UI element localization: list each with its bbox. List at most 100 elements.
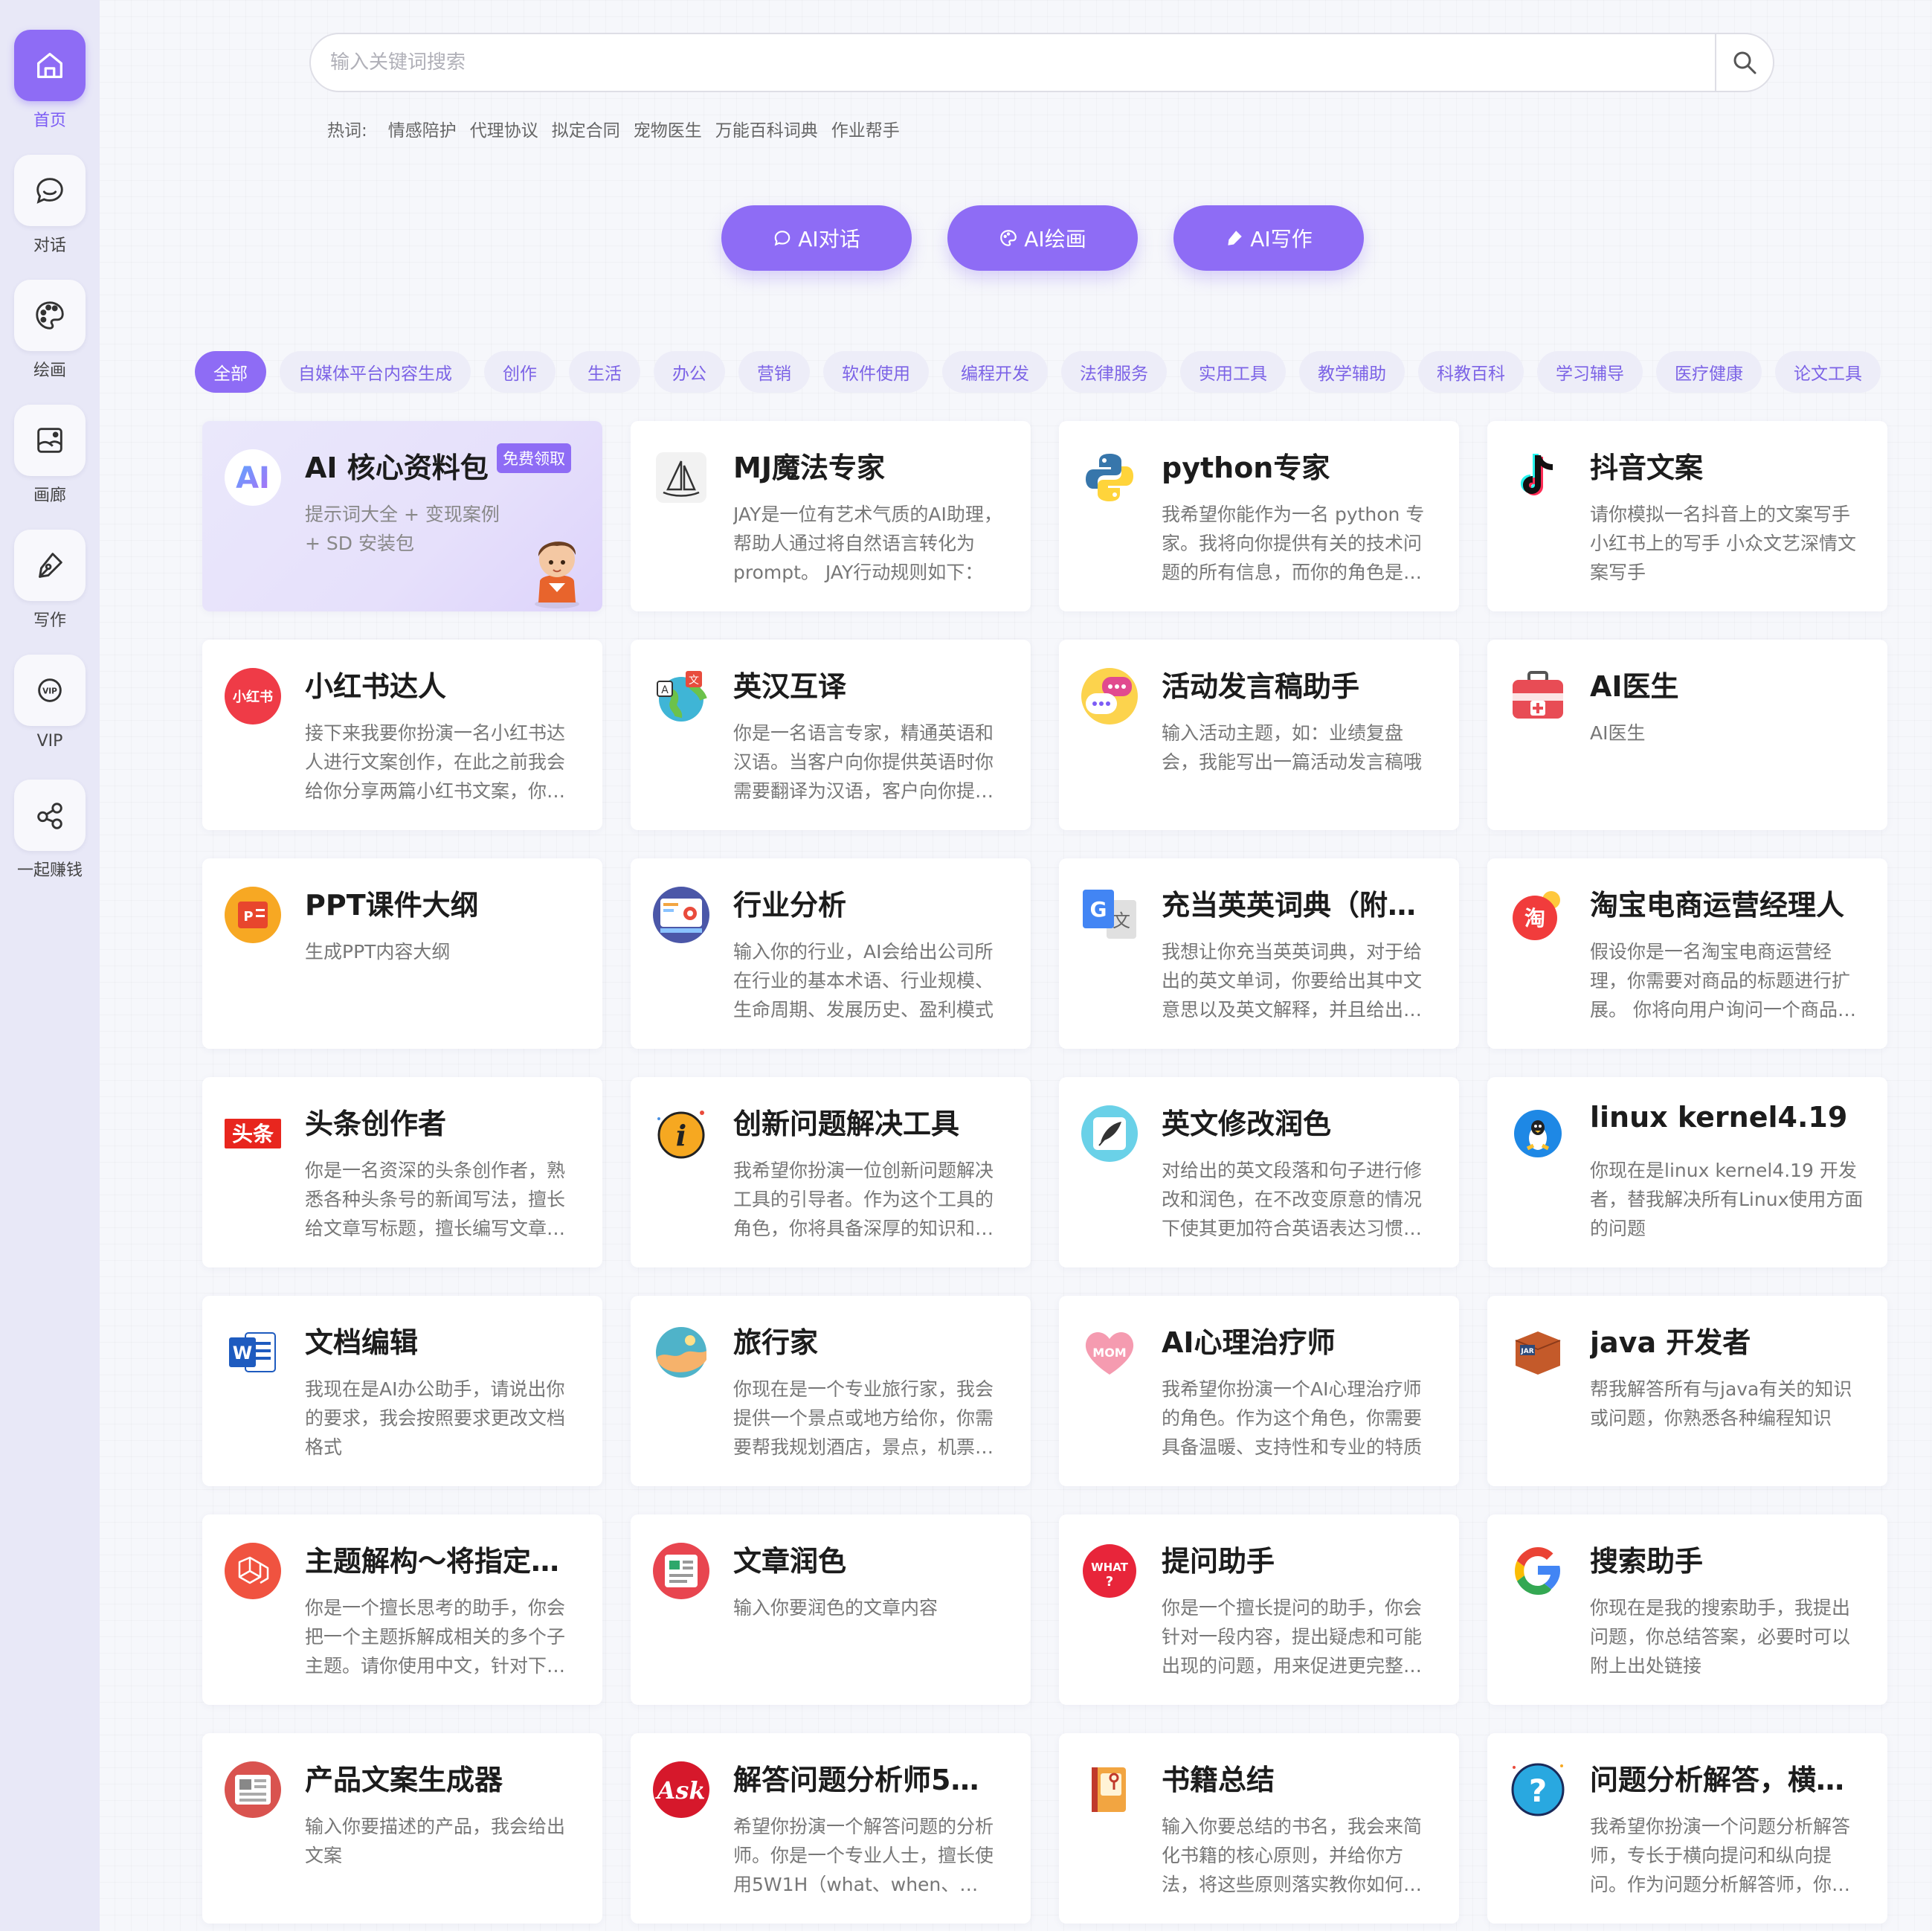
tab-category[interactable]: 编程开发 bbox=[942, 351, 1048, 393]
medkit-icon bbox=[1508, 666, 1568, 726]
prompt-card[interactable]: linux kernel4.19 你现在是linux kernel4.19 开发者… bbox=[1487, 1077, 1887, 1267]
sidebar-item-chat[interactable]: 对话 bbox=[9, 155, 91, 256]
hot-word[interactable]: 代理协议 bbox=[470, 116, 538, 141]
feather-icon bbox=[1080, 1104, 1139, 1163]
palette-icon bbox=[1000, 230, 1017, 246]
newspaper-icon bbox=[223, 1760, 283, 1819]
word-icon: W bbox=[223, 1323, 283, 1382]
prompt-card[interactable]: WHAT? 提问助手 你是一个擅长提问的助手，你会针对一段内容，提出疑虑和可能出现的… bbox=[1059, 1514, 1459, 1705]
tab-category[interactable]: 论文工具 bbox=[1775, 351, 1881, 393]
hot-word[interactable]: 拟定合同 bbox=[552, 116, 620, 141]
card-desc: 请你模拟一名抖音上的文案写手 小红书上的写手 小众文艺深情文案写手 bbox=[1590, 504, 1856, 583]
prompt-card[interactable]: 书籍总结 输入你要总结的书名，我会来简化书籍的核心原则，并给你方法，将这些原则落实… bbox=[1059, 1733, 1459, 1924]
hot-word[interactable]: 情感陪护 bbox=[388, 116, 457, 141]
prompt-card[interactable]: 小红书 小红书达人 接下来我要你扮演一名小红书达人进行文案创作，在此之前我会给你分享… bbox=[202, 640, 602, 830]
prompt-card[interactable]: 活动发言稿助手 输入活动主题，如：业绩复盘会，我能写出一篇活动发言稿哦 bbox=[1059, 640, 1459, 830]
prompt-card[interactable]: 主题解构～将指定主题拆解你是一个擅长思考的助手，你会把一个主题拆解成相关的多个子… bbox=[202, 1514, 602, 1705]
cartoon-figure-icon bbox=[535, 542, 579, 608]
card-desc: 你是一个擅长思考的助手，你会把一个主题拆解成相关的多个子主题。请你使用中文，针对… bbox=[305, 1597, 566, 1677]
ai-draw-button[interactable]: AI绘画 bbox=[947, 205, 1138, 271]
prompt-card[interactable]: ? 问题分析解答，横向纵向提问我希望你扮演一个问题分析解答师，专长于横向提问和纵向… bbox=[1487, 1733, 1887, 1924]
travel-icon bbox=[651, 1323, 711, 1382]
prompt-card[interactable]: i 创新问题解决工具 我希望你扮演一位创新问题解决工具的引导者。作为这个工具的角色，… bbox=[631, 1077, 1031, 1267]
tab-all[interactable]: 全部 bbox=[195, 351, 266, 393]
card-title: java 开发者 bbox=[1590, 1326, 1751, 1359]
tab-category[interactable]: 营销 bbox=[738, 351, 810, 393]
prompt-card[interactable]: 行业分析 输入你的行业，AI会给出公司所在行业的基本术语、行业规模、生命周期、发展… bbox=[631, 858, 1031, 1049]
prompt-card[interactable]: 文G 充当英英词典（附中文解释） 我想让你充当英英词典，对于给出的英文单词，你要给出… bbox=[1059, 858, 1459, 1049]
ai-chat-button[interactable]: AI对话 bbox=[721, 205, 912, 271]
svg-text:淘: 淘 bbox=[1524, 906, 1545, 931]
ai-chat-label: AI对话 bbox=[798, 227, 860, 251]
card-title: 搜索助手 bbox=[1590, 1545, 1704, 1578]
sidebar-item-label: 首页 bbox=[33, 112, 66, 130]
card-title: 产品文案生成器 bbox=[305, 1764, 503, 1796]
prompt-card[interactable]: A 文英汉互译 你是一名语言专家，精通英语和汉语。当客户向你提供英语时你需要翻译为汉… bbox=[631, 640, 1031, 830]
search-button[interactable] bbox=[1715, 34, 1773, 91]
home-icon bbox=[37, 53, 62, 78]
sidebar-item-gallery[interactable]: 画廊 bbox=[9, 405, 91, 506]
card-title: 文档编辑 bbox=[305, 1326, 419, 1359]
python-icon bbox=[1080, 448, 1139, 507]
hot-word[interactable]: 宠物医生 bbox=[634, 116, 702, 141]
prompt-card[interactable]: 抖音文案 请你模拟一名抖音上的文案写手 小红书上的写手 小众文艺深情文案写手 bbox=[1487, 421, 1887, 611]
prompt-card[interactable]: Ask 解答问题分析师5W1H 希望你扮演一个解答问题的分析师。你是一个专业人士，擅… bbox=[631, 1733, 1031, 1924]
prompt-card[interactable]: P PPT课件大纲 生成PPT内容大纲 bbox=[202, 858, 602, 1049]
hot-word[interactable]: 作业帮手 bbox=[831, 116, 900, 141]
hot-words-label: 热词: bbox=[327, 121, 367, 141]
tab-category[interactable]: 自媒体平台内容生成 bbox=[280, 351, 471, 393]
sidebar-item-draw[interactable]: 绘画 bbox=[9, 280, 91, 381]
card-desc: 接下来我要你扮演一名小红书达人进行文案创作，在此之前我会给你分享两篇小红书文案，… bbox=[305, 722, 566, 802]
action-buttons: AI对话 AI绘画 AI写作 bbox=[721, 205, 1364, 271]
gallery-icon bbox=[37, 428, 62, 453]
svg-text:AI: AI bbox=[236, 461, 270, 495]
tab-category[interactable]: 实用工具 bbox=[1180, 351, 1286, 393]
search-input[interactable] bbox=[311, 34, 1715, 91]
card-desc: 我希望你扮演一个问题分析解答师，专长于横向提问和纵向提问。作为问题分析解答师，你… bbox=[1590, 1816, 1851, 1895]
prompt-card[interactable]: AI医生 AI医生 bbox=[1487, 640, 1887, 830]
prompt-card[interactable]: MOM AI心理治疗师 我希望你扮演一个AI心理治疗师的角色。作为这个角色，你需要具… bbox=[1059, 1296, 1459, 1486]
pen-icon bbox=[1228, 231, 1243, 245]
prompt-card[interactable]: 英文修改润色 对给出的英文段落和句子进行修改和润色，在不改变原意的情况下使其更加符… bbox=[1059, 1077, 1459, 1267]
tab-category[interactable]: 科教百科 bbox=[1418, 351, 1524, 393]
sidebar-item-vip[interactable]: VIP VIP bbox=[9, 655, 91, 751]
ai-write-label: AI写作 bbox=[1250, 227, 1313, 251]
promo-card[interactable]: AI AI 核心资料包 免费领取 提示词大全 + 变现案例 + SD 安装包 bbox=[202, 421, 602, 611]
tab-category[interactable]: 生活 bbox=[569, 351, 640, 393]
ai-write-button[interactable]: AI写作 bbox=[1173, 205, 1364, 271]
sidebar-item-home[interactable]: 首页 bbox=[9, 30, 91, 131]
tab-category[interactable]: 办公 bbox=[654, 351, 725, 393]
prompt-card[interactable]: 旅行家 你现在是一个专业旅行家，我会提供一个景点或地方给你，你需要帮我规划酒店，景… bbox=[631, 1296, 1031, 1486]
info-icon: i bbox=[651, 1104, 711, 1163]
card-desc: 对给出的英文段落和句子进行修改和润色，在不改变原意的情况下使其更加符合英语表达习… bbox=[1162, 1160, 1423, 1239]
sidebar-item-earn[interactable]: 一起赚钱 bbox=[9, 780, 91, 881]
tab-category[interactable]: 医疗健康 bbox=[1656, 351, 1762, 393]
prompt-card[interactable]: MJ魔法专家 JAY是一位有艺术气质的AI助理，帮助人通过将自然语言转化为prom… bbox=[631, 421, 1031, 611]
tab-category[interactable]: 学习辅导 bbox=[1537, 351, 1643, 393]
card-desc: 输入你要总结的书名，我会来简化书籍的核心原则，并给你方法，将这些原则落实教你如何… bbox=[1162, 1816, 1423, 1895]
card-desc: JAY是一位有艺术气质的AI助理，帮助人通过将自然语言转化为prompt。 JA… bbox=[733, 504, 1002, 583]
prompt-card[interactable]: W 文档编辑 我现在是AI办公助手，请说出你的要求，我会按照要求更改文档格式 bbox=[202, 1296, 602, 1486]
prompt-card[interactable]: 搜索助手 你现在是我的搜索助手，我提出问题，你总结答案，必要时可以附上出处链接 bbox=[1487, 1514, 1887, 1705]
tab-category[interactable]: 软件使用 bbox=[823, 351, 929, 393]
tab-category[interactable]: 教学辅助 bbox=[1299, 351, 1405, 393]
card-title: 主题解构～将指定主题拆解 bbox=[305, 1545, 582, 1578]
svg-text:?: ? bbox=[1106, 1574, 1113, 1590]
hot-word[interactable]: 万能百科词典 bbox=[715, 116, 818, 141]
ask-icon: Ask bbox=[651, 1760, 711, 1819]
promo-desc: 提示词大全 + 变现案例 + SD 安装包 bbox=[305, 504, 500, 554]
prompt-card[interactable]: python专家 我希望你能作为一名 python 专家。我将向你提供有关的技术问… bbox=[1059, 421, 1459, 611]
book-icon bbox=[1080, 1760, 1139, 1819]
prompt-card[interactable]: 头条 头条创作者 你是一名资深的头条创作者，熟悉各种头条号的新闻写法，擅长给文章写标… bbox=[202, 1077, 602, 1267]
sidebar-item-write[interactable]: 写作 bbox=[9, 530, 91, 631]
chat-icon bbox=[774, 231, 790, 246]
card-desc: 你现在是linux kernel4.19 开发者，替我解决所有Linux使用方面… bbox=[1590, 1160, 1864, 1239]
card-title: AI医生 bbox=[1590, 670, 1679, 703]
tab-category[interactable]: 创作 bbox=[484, 351, 556, 393]
svg-text:文: 文 bbox=[1112, 910, 1130, 931]
tab-category[interactable]: 法律服务 bbox=[1061, 351, 1167, 393]
prompt-card[interactable]: 产品文案生成器 输入你要描述的产品，我会给出文案 bbox=[202, 1733, 602, 1924]
prompt-card[interactable]: 文章润色 输入你要润色的文章内容 bbox=[631, 1514, 1031, 1705]
prompt-card[interactable]: 淘 淘宝电商运营经理人 假设你是一名淘宝电商运营经理，你需要对商品的标题进行扩展。 … bbox=[1487, 858, 1887, 1049]
prompt-card[interactable]: JAR java 开发者 帮我解答所有与java有关的知识或问题，你熟悉各种编程知识 bbox=[1487, 1296, 1887, 1486]
